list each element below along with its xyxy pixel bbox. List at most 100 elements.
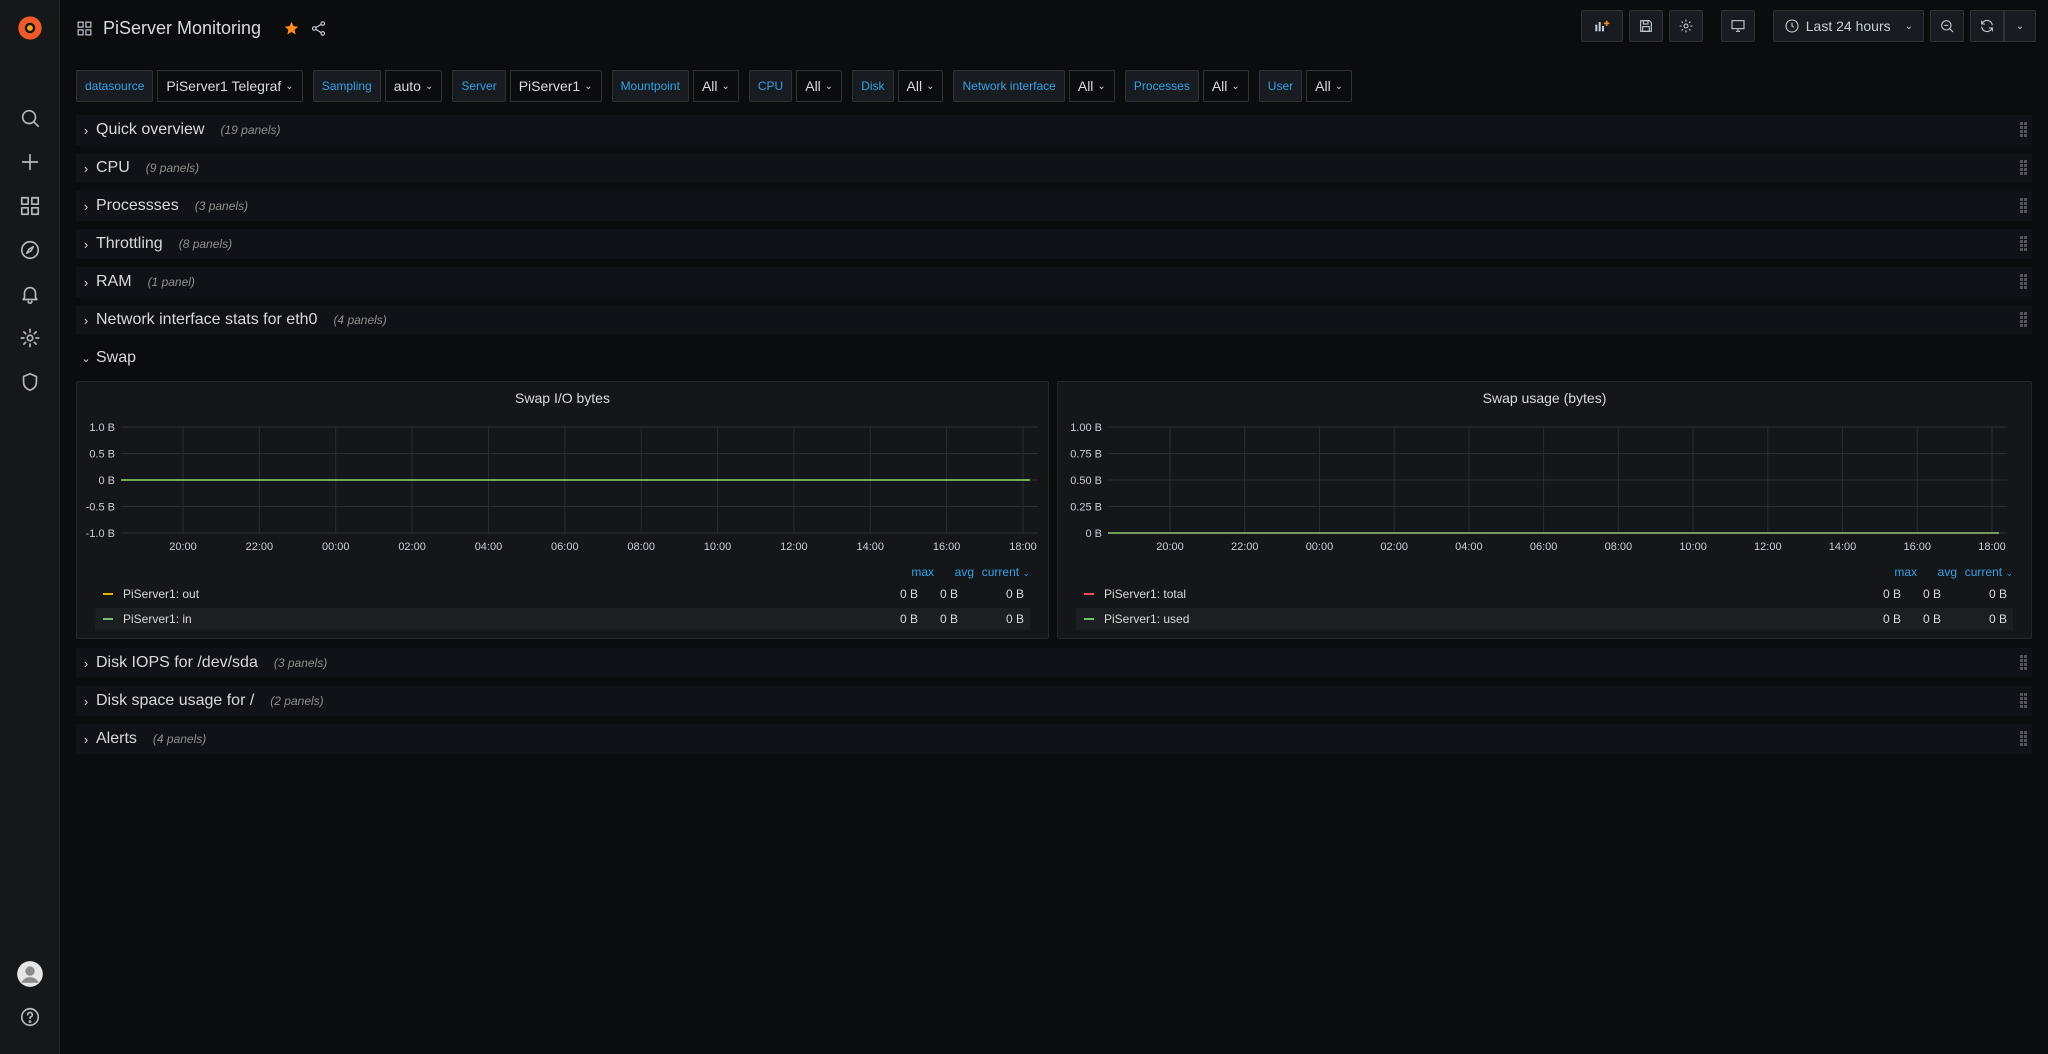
chevron-right-icon: ›: [83, 274, 89, 290]
row-title: Network interface stats for eth0: [96, 311, 318, 328]
row-ram[interactable]: › RAM (1 panel): [76, 267, 2032, 297]
gear-icon[interactable]: [16, 324, 44, 352]
sidebar: [0, 0, 60, 1054]
x-tick-label: 02:00: [398, 541, 426, 553]
legend-avg-header[interactable]: avg: [1917, 565, 1957, 579]
add-panel-icon: [1595, 20, 1610, 32]
legend-max-header[interactable]: max: [1877, 565, 1917, 579]
row-title: Alerts: [96, 730, 137, 747]
drag-handle-icon[interactable]: [2020, 273, 2028, 291]
drag-handle-icon[interactable]: [2020, 311, 2028, 329]
x-tick-label: 00:00: [1306, 541, 1334, 553]
time-picker-button[interactable]: Last 24 hours ⌄: [1772, 10, 1924, 42]
legend-max: 0 B: [899, 612, 918, 626]
legend-series-name: PiServer1: out: [123, 587, 200, 601]
legend-values: 0 B 0 B 0 B: [878, 612, 1024, 626]
variable-datasource: datasource PiServer1 Telegraf ⌄: [76, 70, 303, 102]
save-dashboard-button[interactable]: [1628, 10, 1663, 42]
row-disk-iops[interactable]: › Disk IOPS for /dev/sda (3 panels): [76, 648, 2032, 678]
drag-handle-icon[interactable]: [2020, 692, 2028, 710]
row-panel-count: (3 panels): [273, 656, 328, 670]
add-panel-button[interactable]: [1580, 10, 1623, 42]
drag-handle-icon[interactable]: [2020, 235, 2028, 253]
legend-item[interactable]: PiServer1: in 0 B 0 B 0 B: [95, 608, 1030, 630]
drag-handle-icon[interactable]: [2020, 121, 2028, 139]
zoom-out-button[interactable]: [1930, 10, 1964, 42]
legend-item[interactable]: PiServer1: used 0 B 0 B 0 B: [1076, 608, 2013, 630]
variable-label: Sampling: [312, 70, 381, 102]
help-icon[interactable]: [16, 1003, 44, 1031]
legend-avg-header[interactable]: avg: [934, 565, 974, 579]
legend-current-header[interactable]: current ⌄: [974, 565, 1030, 579]
variable-value: All: [1077, 78, 1094, 94]
y-tick-label: -0.5 B: [86, 502, 115, 514]
row-disk-space[interactable]: › Disk space usage for / (2 panels): [76, 686, 2032, 716]
legend-values: 0 B 0 B 0 B: [1861, 587, 2007, 601]
search-icon[interactable]: [16, 104, 44, 132]
row-alerts[interactable]: › Alerts (4 panels): [76, 724, 2032, 754]
legend-current-label: current: [1964, 565, 2003, 579]
variable-dropdown[interactable]: All ⌄: [1306, 70, 1353, 102]
legend-swatch: [103, 593, 113, 595]
chevron-down-icon: ⌄: [584, 80, 593, 92]
variable-label: Processes: [1124, 70, 1199, 102]
shield-icon[interactable]: [16, 368, 44, 396]
x-tick-label: 10:00: [704, 541, 732, 553]
legend-swatch: [1084, 593, 1094, 595]
legend-max-header[interactable]: max: [894, 565, 934, 579]
chevron-right-icon: ›: [83, 312, 89, 328]
refresh-interval-dropdown[interactable]: ⌄: [2004, 10, 2036, 42]
legend-item[interactable]: PiServer1: out 0 B 0 B 0 B: [95, 583, 1030, 605]
grafana-logo-icon[interactable]: [16, 14, 44, 42]
legend-current: 0 B: [1988, 587, 2007, 601]
row-cpu[interactable]: › CPU (9 panels): [76, 153, 2032, 183]
panel-swap-io[interactable]: Swap I/O bytes 1.0 B 0.5 B0 B -0.5 B -1.0 B…: [76, 381, 1049, 639]
refresh-button[interactable]: [1970, 10, 2004, 42]
dashboards-icon[interactable]: [16, 192, 44, 220]
drag-handle-icon[interactable]: [2020, 730, 2028, 748]
drag-handle-icon[interactable]: [2020, 197, 2028, 215]
chevron-right-icon: ›: [83, 693, 89, 709]
star-icon[interactable]: [283, 20, 300, 37]
variable-dropdown[interactable]: PiServer1 ⌄: [509, 70, 602, 102]
tv-mode-button[interactable]: [1720, 10, 1755, 42]
variable-dropdown[interactable]: auto ⌄: [384, 70, 443, 102]
x-tick-label: 18:00: [1009, 541, 1037, 553]
variable-dropdown[interactable]: All ⌄: [1068, 70, 1115, 102]
chevron-down-icon: ⌄: [81, 352, 91, 365]
variable-dropdown[interactable]: All ⌄: [1202, 70, 1249, 102]
row-title: Processses: [96, 197, 179, 214]
compass-icon[interactable]: [16, 236, 44, 264]
variable-value: auto: [393, 78, 421, 94]
legend-current-header[interactable]: current ⌄: [1957, 565, 2013, 579]
variable-dropdown[interactable]: All ⌄: [692, 70, 739, 102]
dashboard-title[interactable]: PiServer Monitoring: [103, 18, 261, 39]
bell-icon[interactable]: [16, 280, 44, 308]
panel-swap-usage[interactable]: Swap usage (bytes) 1.00 B 0.75 B 0.50 B 0.2…: [1057, 381, 2032, 639]
x-tick-label: 06:00: [551, 541, 579, 553]
share-icon[interactable]: [310, 20, 327, 37]
variable-dropdown[interactable]: All ⌄: [897, 70, 944, 102]
x-tick-label: 16:00: [1904, 541, 1932, 553]
row-quick-overview[interactable]: › Quick overview (19 panels): [76, 115, 2032, 145]
row-swap[interactable]: ⌄ Swap: [76, 343, 2032, 373]
avatar[interactable]: [16, 960, 44, 988]
x-tick-label: 18:00: [1978, 541, 2006, 553]
legend-item[interactable]: PiServer1: total 0 B 0 B 0 B: [1076, 583, 2013, 605]
drag-handle-icon[interactable]: [2020, 159, 2028, 177]
dashboard-title-group: PiServer Monitoring: [76, 16, 327, 40]
row-throttling[interactable]: › Throttling (8 panels): [76, 229, 2032, 259]
dashboard-settings-button[interactable]: [1668, 10, 1703, 42]
plus-icon[interactable]: [16, 148, 44, 176]
row-title: Disk IOPS for /dev/sda: [96, 654, 258, 671]
row-network-interface[interactable]: › Network interface stats for eth0 (4 pa…: [76, 305, 2032, 335]
row-processes[interactable]: › Processses (3 panels): [76, 191, 2032, 221]
settings-icon: [1679, 19, 1693, 33]
variable-dropdown[interactable]: PiServer1 Telegraf ⌄: [157, 70, 303, 102]
variable-dropdown[interactable]: All ⌄: [796, 70, 843, 102]
variable-value: All: [805, 78, 821, 94]
x-tick-label: 08:00: [1605, 541, 1633, 553]
drag-handle-icon[interactable]: [2020, 654, 2028, 672]
variable-mountpoint: Mountpoint All ⌄: [611, 70, 739, 102]
x-tick-label: 12:00: [1754, 541, 1782, 553]
